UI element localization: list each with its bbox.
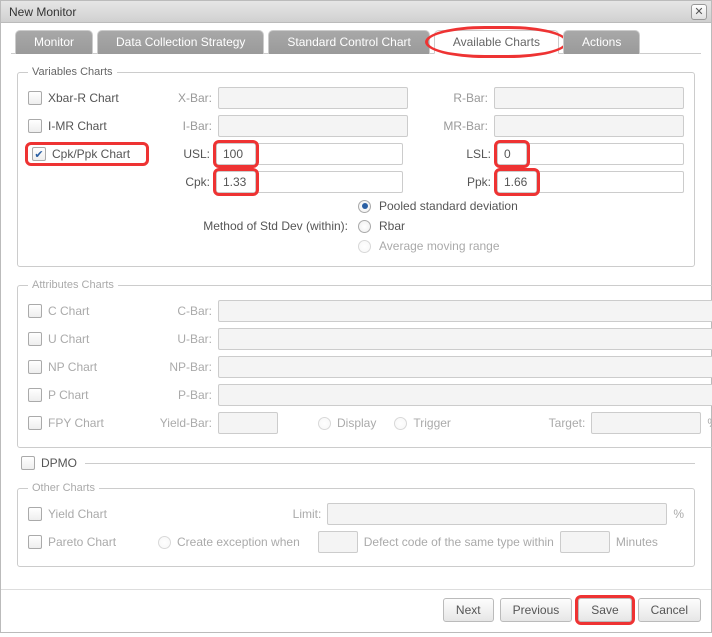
previous-button[interactable]: Previous <box>500 598 573 622</box>
lsl-label: LSL: <box>427 147 497 161</box>
ppk-tail <box>536 171 684 193</box>
xbar-label: X-Bar: <box>148 91 218 105</box>
target-percent: % <box>707 416 712 430</box>
xbar-input <box>218 87 408 109</box>
pbar-input <box>218 384 712 406</box>
tab-monitor[interactable]: Monitor <box>15 30 93 54</box>
rbar-input <box>494 87 684 109</box>
limit-label: Limit: <box>277 507 327 521</box>
std-dev-options: Pooled standard deviation Rbar Average m… <box>358 199 518 253</box>
rbar-label: R-Bar: <box>424 91 494 105</box>
yieldbar-label: Yield-Bar: <box>148 416 218 430</box>
np-chart-checkbox[interactable]: NP Chart <box>28 360 148 374</box>
c-chart-checkbox[interactable]: C Chart <box>28 304 148 318</box>
limit-input <box>327 503 667 525</box>
tab-bar: Monitor Data Collection Strategy Standar… <box>11 29 701 54</box>
cpk-tail <box>255 171 403 193</box>
p-chart-checkbox[interactable]: P Chart <box>28 388 148 402</box>
attributes-legend: Attributes Charts <box>28 279 118 291</box>
close-icon[interactable]: ✕ <box>691 4 707 20</box>
cpkppk-checkbox[interactable]: Cpk/Ppk Chart <box>28 145 146 163</box>
next-button[interactable]: Next <box>443 598 494 622</box>
trigger-radio: Trigger <box>394 416 451 430</box>
create-exception-checkbox: Create exception when <box>158 535 300 549</box>
mrbar-label: MR-Bar: <box>424 119 494 133</box>
cpk-label: Cpk: <box>146 175 216 189</box>
yield-chart-checkbox[interactable]: Yield Chart <box>28 507 148 521</box>
exception-unit: Minutes <box>616 535 658 549</box>
cancel-button[interactable]: Cancel <box>638 598 701 622</box>
tab-data-collection[interactable]: Data Collection Strategy <box>97 30 264 54</box>
pareto-chart-checkbox[interactable]: Pareto Chart <box>28 535 148 549</box>
npbar-label: NP-Bar: <box>148 360 218 374</box>
std-pooled-radio[interactable]: Pooled standard deviation <box>358 199 518 213</box>
tab-available-charts[interactable]: Available Charts <box>434 30 559 54</box>
tab-standard-control-chart[interactable]: Standard Control Chart <box>268 30 429 54</box>
exception-minutes-input <box>560 531 610 553</box>
titlebar: New Monitor ✕ <box>1 1 711 23</box>
target-label: Target: <box>521 416 591 430</box>
button-bar: Next Previous Save Cancel <box>1 589 711 632</box>
window-title: New Monitor <box>9 5 691 19</box>
xbar-r-checkbox[interactable]: Xbar-R Chart <box>28 91 148 105</box>
dialog-window: New Monitor ✕ Monitor Data Collection St… <box>0 0 712 633</box>
variables-legend: Variables Charts <box>28 66 117 78</box>
display-radio: Display <box>318 416 376 430</box>
ubar-input <box>218 328 712 350</box>
imr-checkbox[interactable]: I-MR Chart <box>28 119 148 133</box>
ppk-label: Ppk: <box>427 175 497 189</box>
other-charts-group: Other Charts Yield Chart Limit: % Pareto… <box>17 482 695 567</box>
method-label: Method of Std Dev (within): <box>28 219 358 233</box>
yieldbar-input <box>218 412 278 434</box>
ubar-label: U-Bar: <box>148 332 218 346</box>
u-chart-checkbox[interactable]: U Chart <box>28 332 148 346</box>
ibar-input <box>218 115 408 137</box>
save-button[interactable]: Save <box>578 598 631 622</box>
exception-count-input <box>318 531 358 553</box>
cpk-input[interactable] <box>216 171 256 193</box>
lsl-tail <box>526 143 684 165</box>
pbar-label: P-Bar: <box>148 388 218 402</box>
usl-label: USL: <box>146 147 216 161</box>
mrbar-input <box>494 115 684 137</box>
std-rbar-radio[interactable]: Rbar <box>358 219 518 233</box>
usl-input[interactable] <box>216 143 256 165</box>
dpmo-checkbox[interactable]: DPMO <box>21 456 77 470</box>
npbar-input <box>218 356 712 378</box>
usl-tail <box>255 143 403 165</box>
lsl-input[interactable] <box>497 143 527 165</box>
tab-actions[interactable]: Actions <box>563 30 640 54</box>
dialog-body: Monitor Data Collection Strategy Standar… <box>1 23 711 585</box>
cbar-label: C-Bar: <box>148 304 218 318</box>
attributes-charts-group: Attributes Charts C Chart C-Bar: U Chart… <box>17 279 712 448</box>
std-amr-radio: Average moving range <box>358 239 518 253</box>
ibar-label: I-Bar: <box>148 119 218 133</box>
exception-mid-text: Defect code of the same type within <box>364 535 554 549</box>
variables-charts-group: Variables Charts Xbar-R Chart X-Bar: R-B… <box>17 66 695 267</box>
other-legend: Other Charts <box>28 482 99 494</box>
cbar-input <box>218 300 712 322</box>
target-input <box>591 412 701 434</box>
fpy-chart-checkbox[interactable]: FPY Chart <box>28 416 148 430</box>
ppk-input[interactable] <box>497 171 537 193</box>
limit-percent: % <box>673 507 684 521</box>
dpmo-row: DPMO <box>21 456 695 470</box>
